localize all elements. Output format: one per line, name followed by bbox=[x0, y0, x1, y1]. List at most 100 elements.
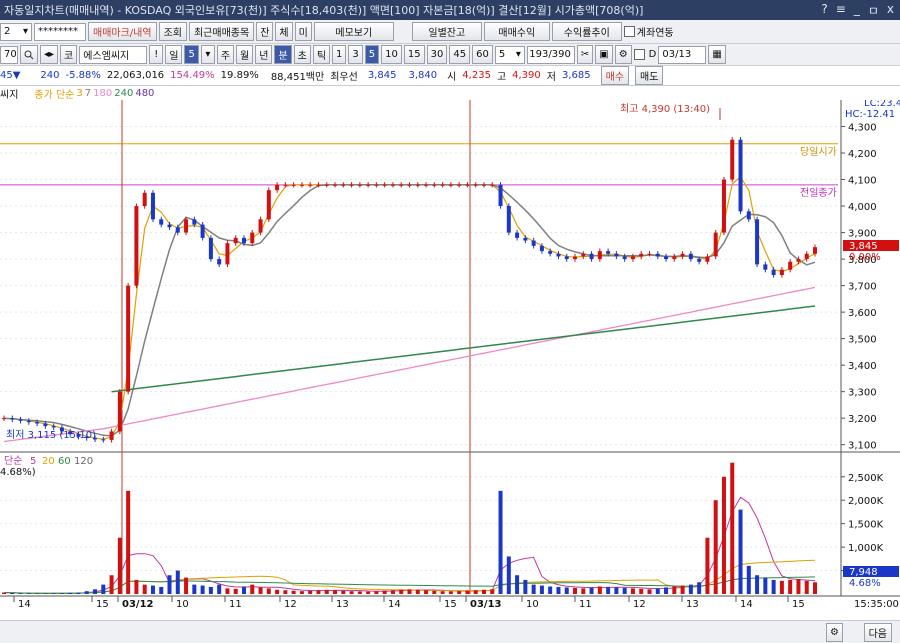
minute-3[interactable]: 3 bbox=[348, 45, 363, 64]
volume-bar bbox=[357, 591, 362, 594]
minute-45[interactable]: 45 bbox=[449, 45, 471, 64]
candle-body bbox=[184, 219, 189, 233]
yield-trend-button[interactable]: 수익률추이 bbox=[551, 22, 622, 41]
account-link-checkbox[interactable] bbox=[623, 26, 635, 37]
volume-bar bbox=[266, 588, 271, 594]
candle-body bbox=[481, 184, 486, 186]
volume-bar bbox=[424, 590, 429, 594]
price-axis-label: 4,300 bbox=[848, 123, 877, 134]
tab-trade-mark[interactable]: 매매마크/내역 bbox=[88, 22, 157, 41]
chevron-down-icon: ▾ bbox=[22, 26, 28, 37]
minute-60[interactable]: 60 bbox=[472, 45, 493, 64]
candle-body bbox=[374, 184, 379, 186]
minute-15[interactable]: 15 bbox=[403, 45, 425, 64]
minute-30[interactable]: 30 bbox=[426, 45, 448, 64]
ma-3: 3 bbox=[76, 87, 83, 99]
chevron-down-icon[interactable]: ▾ bbox=[200, 45, 215, 64]
alert-icon[interactable]: ! bbox=[149, 45, 164, 64]
minute-5[interactable]: 5 bbox=[364, 45, 380, 64]
period-year[interactable]: 년 bbox=[255, 45, 273, 64]
minute-10[interactable]: 10 bbox=[381, 45, 402, 64]
next-button[interactable]: 다음 bbox=[863, 623, 892, 642]
volume-bar bbox=[432, 590, 437, 594]
volume-bar bbox=[208, 586, 213, 594]
vol-ratio: 154.49% bbox=[170, 70, 215, 81]
candle-body bbox=[341, 184, 346, 186]
sell-button[interactable]: 매도 bbox=[635, 66, 664, 85]
interval-field[interactable]: 5 ▾ bbox=[494, 45, 525, 64]
balance-button[interactable]: 잔 bbox=[256, 22, 274, 41]
code-field[interactable]: 70 bbox=[0, 45, 18, 64]
volume-bar bbox=[175, 570, 180, 594]
time-axis-label: 15 bbox=[792, 599, 805, 610]
volume-bar bbox=[407, 589, 412, 594]
current-pct-label: 0.00% bbox=[849, 252, 881, 263]
memo-button[interactable]: 메모보기 bbox=[313, 22, 394, 41]
time-axis-label: 14 bbox=[740, 599, 753, 610]
period-tick[interactable]: 틱 bbox=[312, 45, 331, 64]
volume-bar bbox=[763, 577, 768, 594]
window-controls: ? ≡ _ ㅁ x bbox=[821, 2, 894, 19]
volume-bar bbox=[664, 587, 669, 594]
trade-profit-button[interactable]: 매매수익 bbox=[483, 22, 550, 41]
buy-button[interactable]: 매수 bbox=[600, 66, 630, 85]
password-field[interactable]: ******** bbox=[34, 22, 86, 41]
minute-1[interactable]: 1 bbox=[332, 45, 347, 64]
prev-stock-icon[interactable]: ◂▸ bbox=[40, 45, 59, 64]
search-icon[interactable] bbox=[20, 45, 38, 64]
clock-label: 15:35:00 bbox=[854, 599, 899, 610]
unfilled-button[interactable]: 미 bbox=[294, 22, 312, 41]
period-second[interactable]: 초 bbox=[293, 45, 311, 64]
volume-bar bbox=[589, 587, 594, 594]
price-axis-label: 3,700 bbox=[848, 282, 877, 293]
candle-body bbox=[440, 184, 445, 186]
volume-bar bbox=[324, 589, 329, 594]
save-icon[interactable]: ▣ bbox=[595, 45, 613, 64]
menu-icon[interactable]: ≡ bbox=[836, 2, 846, 19]
volume-bar bbox=[258, 587, 263, 594]
ma-7: 7 bbox=[84, 87, 92, 99]
account-link-toggle[interactable]: 계좌연동 bbox=[623, 24, 674, 39]
volume-bar bbox=[440, 591, 445, 594]
volume-bar bbox=[531, 584, 536, 594]
maximize-icon[interactable]: ㅁ bbox=[868, 2, 879, 19]
volume-bar bbox=[184, 577, 189, 594]
scissors-icon[interactable]: ✂ bbox=[576, 45, 594, 64]
help-icon[interactable]: ? bbox=[821, 2, 827, 19]
account-select[interactable]: 2 ▾ bbox=[0, 22, 32, 41]
minimize-icon[interactable]: _ bbox=[854, 2, 860, 19]
volume-bar bbox=[655, 588, 660, 594]
calendar-icon[interactable]: ▦ bbox=[708, 45, 726, 64]
period-month[interactable]: 월 bbox=[236, 45, 254, 64]
volume-bar bbox=[399, 589, 404, 594]
period-minute[interactable]: 분 bbox=[274, 45, 292, 64]
volume-bar bbox=[630, 588, 635, 594]
account-link-label: 계좌연동 bbox=[636, 28, 674, 39]
candle-body bbox=[639, 253, 644, 257]
daily-balance-button[interactable]: 일별잔고 bbox=[411, 22, 482, 41]
stock-name-field[interactable]: 에스엠씨지 bbox=[79, 45, 148, 64]
legend-row: 씨지 종가 단순 3 7 180 240 480 bbox=[0, 86, 900, 101]
gear-icon[interactable]: ⚙ bbox=[826, 623, 843, 642]
executed-button[interactable]: 체 bbox=[275, 22, 293, 41]
volume-bar bbox=[746, 565, 751, 594]
change-pct: -5.88% bbox=[65, 70, 101, 81]
title-bar: 자동일지차트(매매내역) - KOSDAQ 외국인보유[73(천)] 주식수[1… bbox=[0, 0, 900, 20]
gear-icon[interactable]: ⚙ bbox=[614, 45, 632, 64]
date-field[interactable]: 03/13 bbox=[658, 45, 707, 64]
close-icon[interactable]: x bbox=[887, 2, 894, 19]
volume-bar bbox=[43, 593, 48, 594]
time-axis-label: 13 bbox=[686, 599, 699, 610]
candle-body bbox=[705, 256, 710, 262]
recent-items-button[interactable]: 최근매매종목 bbox=[188, 22, 255, 41]
period-value[interactable]: 5 bbox=[184, 45, 199, 64]
time-axis-label: 10 bbox=[176, 599, 189, 610]
candle-body bbox=[721, 179, 726, 233]
lookup-button[interactable]: 조회 bbox=[158, 22, 187, 41]
period-week[interactable]: 주 bbox=[216, 45, 235, 64]
price-volume-chart[interactable]: 당일시가전일종가 4,3004,2004,1004,0003,9003,8003… bbox=[0, 100, 900, 643]
volume-bar bbox=[730, 462, 735, 594]
count-field[interactable]: 193/390 bbox=[526, 45, 575, 64]
date-checkbox[interactable] bbox=[633, 49, 645, 60]
candle-body bbox=[664, 256, 669, 260]
